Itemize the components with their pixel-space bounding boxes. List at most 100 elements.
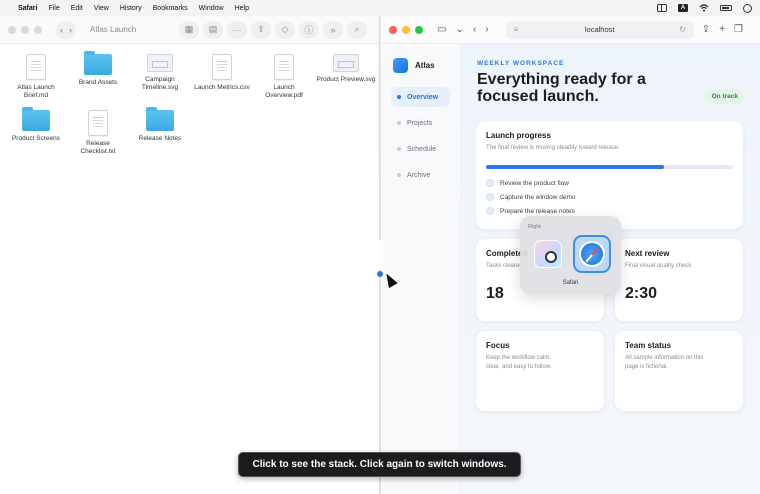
wifi-icon[interactable] bbox=[699, 4, 709, 12]
nav-item-archive[interactable]: Archive bbox=[391, 165, 450, 185]
progress-bar bbox=[486, 165, 733, 169]
nav-label: Schedule bbox=[407, 145, 437, 153]
address-bar[interactable]: ≡ localhost ↻ bbox=[505, 20, 694, 39]
share-icon[interactable]: ⇪ bbox=[251, 20, 271, 39]
file-item[interactable]: Atlas Launch Brief.md bbox=[6, 54, 66, 100]
checklist-label: Review the product flow bbox=[500, 179, 570, 187]
file-name: Launch Metrics.csv bbox=[194, 84, 250, 91]
more-icon[interactable]: ··· bbox=[227, 20, 247, 39]
file-item[interactable]: Release Checklist.txt bbox=[68, 110, 128, 156]
menu-view[interactable]: View bbox=[94, 5, 109, 12]
reload-icon[interactable]: ↻ bbox=[679, 25, 686, 34]
file-item[interactable]: Launch Overview.pdf bbox=[254, 54, 314, 100]
new-tab-icon[interactable]: + bbox=[719, 24, 725, 35]
document-icon bbox=[26, 54, 46, 80]
brand-name: Atlas bbox=[415, 61, 435, 70]
checklist-item[interactable]: Capture the window demo bbox=[486, 193, 733, 201]
input-source-icon[interactable]: A bbox=[678, 4, 688, 12]
checkbox-icon[interactable] bbox=[486, 193, 494, 201]
back-icon[interactable]: ‹ bbox=[60, 25, 63, 35]
pdf-icon bbox=[274, 54, 294, 80]
file-item[interactable]: Campaign Timeline.svg bbox=[130, 54, 190, 92]
nav-dot-icon bbox=[397, 173, 401, 177]
photos-app-icon[interactable] bbox=[534, 240, 562, 268]
document-icon bbox=[212, 54, 232, 80]
file-item[interactable]: Product Preview.svg bbox=[316, 54, 376, 84]
checklist-item[interactable]: Review the product flow bbox=[486, 179, 733, 187]
back-icon[interactable]: ‹ bbox=[473, 24, 476, 35]
image-file-icon bbox=[147, 54, 173, 72]
checkbox-icon[interactable] bbox=[486, 179, 494, 187]
file-name: Product Screens bbox=[11, 135, 61, 142]
safari-window-controls bbox=[389, 25, 423, 34]
window-switcher: Right Safari bbox=[520, 216, 621, 294]
expand-icon[interactable]: » bbox=[323, 20, 343, 39]
focus-card: Focus Keep the workflow calm, clear, and… bbox=[475, 330, 605, 412]
battery-icon[interactable] bbox=[720, 5, 732, 11]
minimize-button[interactable] bbox=[402, 25, 410, 34]
share-icon[interactable]: ⇪ bbox=[702, 24, 710, 35]
card-title: Next review bbox=[625, 249, 670, 258]
finder-window-controls bbox=[8, 25, 42, 34]
chevron-down-icon[interactable]: ⌄ bbox=[455, 24, 463, 35]
menu-window[interactable]: Window bbox=[199, 5, 224, 12]
safari-app-tile[interactable] bbox=[573, 235, 611, 273]
file-name: Release Checklist.txt bbox=[80, 140, 116, 155]
file-item[interactable]: Brand Assets bbox=[68, 51, 128, 87]
file-item[interactable]: Release Notes bbox=[130, 107, 190, 143]
file-item[interactable]: Launch Metrics.csv bbox=[192, 54, 252, 92]
nav-dot-icon bbox=[397, 95, 401, 99]
close-button[interactable] bbox=[389, 25, 397, 34]
checklist-item[interactable]: Prepare the release notes bbox=[486, 207, 733, 215]
file-name: Campaign Timeline.svg bbox=[141, 76, 179, 91]
file-name: Atlas Launch Brief.md bbox=[17, 84, 55, 99]
card-subtitle: All sample information on this page is f… bbox=[625, 355, 704, 370]
forward-icon[interactable]: › bbox=[69, 25, 72, 35]
forward-icon[interactable]: › bbox=[485, 24, 488, 35]
icon-view-icon[interactable]: ▦ bbox=[179, 20, 199, 39]
nav-item-schedule[interactable]: Schedule bbox=[391, 139, 450, 159]
tab-overview-icon[interactable]: ❐ bbox=[734, 24, 743, 35]
nav-item-overview[interactable]: Overview bbox=[391, 87, 450, 107]
zoom-button[interactable] bbox=[34, 25, 42, 34]
reader-icon[interactable]: ≡ bbox=[514, 25, 519, 34]
search-icon[interactable]: ⌕ bbox=[347, 20, 367, 39]
sidebar-toggle-icon[interactable]: ▭ bbox=[437, 24, 446, 35]
tag-icon[interactable]: ◇ bbox=[275, 20, 295, 39]
card-title: Team status bbox=[625, 341, 672, 350]
menu-history[interactable]: History bbox=[120, 5, 142, 12]
image-file-icon bbox=[333, 54, 359, 72]
folder-icon bbox=[146, 107, 174, 131]
menu-help[interactable]: Help bbox=[235, 5, 249, 12]
control-center-icon[interactable] bbox=[743, 3, 752, 13]
minimize-button[interactable] bbox=[21, 25, 29, 34]
brand[interactable]: Atlas bbox=[381, 58, 460, 73]
finder-window: ‹ › Atlas Launch ▦ ▤ ··· ⇪ ◇ ⓘ » ⌕ Atlas… bbox=[0, 16, 380, 494]
sidebar-icon[interactable] bbox=[657, 4, 667, 12]
info-icon[interactable]: ⓘ bbox=[299, 20, 319, 39]
card-subtitle: Keep the workflow calm, clear, and easy … bbox=[486, 355, 552, 370]
menu-file[interactable]: File bbox=[48, 5, 59, 12]
group-icon[interactable]: ▤ bbox=[203, 20, 223, 39]
instruction-toast: Click to see the stack. Click again to s… bbox=[238, 452, 521, 477]
split-divider-handle[interactable] bbox=[378, 240, 382, 270]
document-icon bbox=[88, 110, 108, 136]
nav-item-projects[interactable]: Projects bbox=[391, 113, 450, 133]
menu-app-name[interactable]: Safari bbox=[18, 5, 37, 12]
finder-nav-group: ‹ › bbox=[56, 20, 76, 39]
card-subtitle: The final review is moving steadily towa… bbox=[486, 145, 620, 151]
menu-bookmarks[interactable]: Bookmarks bbox=[153, 5, 188, 12]
zoom-button[interactable] bbox=[415, 25, 423, 34]
close-button[interactable] bbox=[8, 25, 16, 34]
file-name: Release Notes bbox=[138, 135, 182, 142]
menu-edit[interactable]: Edit bbox=[71, 5, 83, 12]
menubar-status: A bbox=[657, 3, 752, 13]
url-text: localhost bbox=[584, 25, 615, 34]
checkbox-icon[interactable] bbox=[486, 207, 494, 215]
status-badge: On track bbox=[705, 89, 744, 104]
file-item[interactable]: Product Screens bbox=[6, 107, 66, 143]
next-review-card: Next review Final visual quality check 2… bbox=[614, 238, 744, 322]
safari-toolbar: ▭ ⌄ ‹ › ≡ localhost ↻ ⇪ + ❐ bbox=[381, 16, 760, 44]
progress-fill bbox=[486, 165, 664, 169]
card-subtitle: Final visual quality check bbox=[625, 263, 692, 269]
